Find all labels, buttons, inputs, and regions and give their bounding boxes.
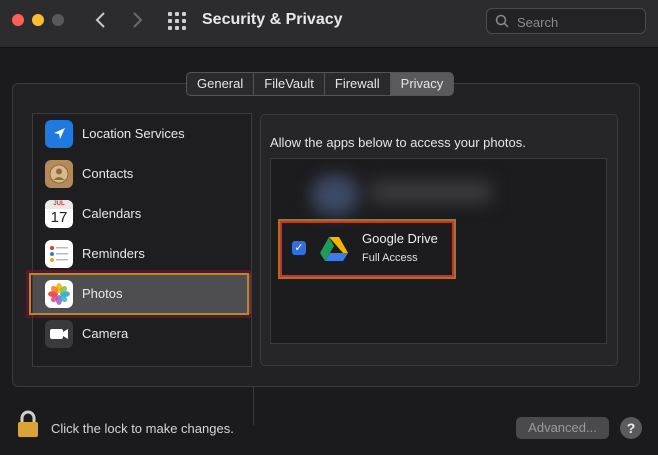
privacy-category-list: Location Services Contacts JUL 17 Calend…: [32, 113, 252, 367]
sidebar-item-contacts[interactable]: Contacts: [33, 154, 251, 194]
back-button[interactable]: [90, 9, 112, 31]
app-row-google-drive[interactable]: ✓ Google Drive Full Access: [280, 221, 454, 277]
sidebar-item-label: Contacts: [82, 166, 134, 181]
forward-button[interactable]: [126, 9, 148, 31]
camera-icon: [45, 320, 73, 348]
lock-icon[interactable]: [16, 410, 40, 438]
help-button[interactable]: ?: [620, 417, 642, 439]
title-bar: Security & Privacy: [0, 0, 658, 48]
app-name: Google Drive: [362, 231, 438, 246]
search-input[interactable]: [515, 12, 639, 32]
sidebar-item-label: Calendars: [82, 206, 142, 221]
lock-text: Click the lock to make changes.: [51, 421, 234, 436]
footer-divider: [253, 387, 254, 425]
close-window-button[interactable]: [12, 14, 24, 26]
google-drive-icon: [320, 237, 348, 261]
advanced-button[interactable]: Advanced...: [516, 417, 609, 439]
chevron-right-icon: [133, 12, 143, 28]
tab-firewall[interactable]: Firewall: [325, 73, 391, 95]
minimize-window-button[interactable]: [32, 14, 44, 26]
calendar-day: 17: [50, 209, 68, 226]
tab-general[interactable]: General: [187, 73, 255, 95]
chevron-left-icon: [95, 12, 105, 28]
sidebar-item-location-services[interactable]: Location Services: [33, 114, 251, 154]
content-description: Allow the apps below to access your phot…: [270, 135, 526, 150]
tab-bar: General FileVault Firewall Privacy: [186, 72, 455, 96]
blurred-app-row: [281, 171, 501, 217]
sidebar-item-camera[interactable]: Camera: [33, 314, 251, 354]
zoom-window-button[interactable]: [52, 14, 64, 26]
location-arrow-icon: [45, 120, 73, 148]
calendar-month: JUL: [53, 201, 65, 207]
contacts-icon: [45, 160, 73, 188]
sidebar-item-label: Photos: [82, 286, 123, 301]
tab-privacy[interactable]: Privacy: [390, 73, 454, 95]
sidebar-item-label: Reminders: [82, 246, 145, 261]
google-drive-checkbox[interactable]: ✓: [292, 241, 306, 255]
reminders-icon: [45, 240, 73, 268]
sidebar-item-label: Camera: [82, 326, 129, 341]
sidebar-item-label: Location Services: [82, 126, 185, 141]
show-all-grid-icon[interactable]: [168, 12, 186, 30]
search-icon: [495, 14, 509, 28]
sidebar-item-calendars[interactable]: JUL 17 Calendars: [33, 194, 251, 234]
calendar-icon: JUL 17: [45, 200, 73, 228]
sidebar-item-reminders[interactable]: Reminders: [33, 234, 251, 274]
sidebar-item-photos[interactable]: Photos: [33, 274, 251, 314]
window-title: Security & Privacy: [202, 11, 343, 28]
app-access-level: Full Access: [362, 252, 418, 264]
tab-filevault[interactable]: FileVault: [254, 73, 325, 95]
search-field[interactable]: [486, 8, 646, 34]
photos-icon: [45, 280, 73, 308]
